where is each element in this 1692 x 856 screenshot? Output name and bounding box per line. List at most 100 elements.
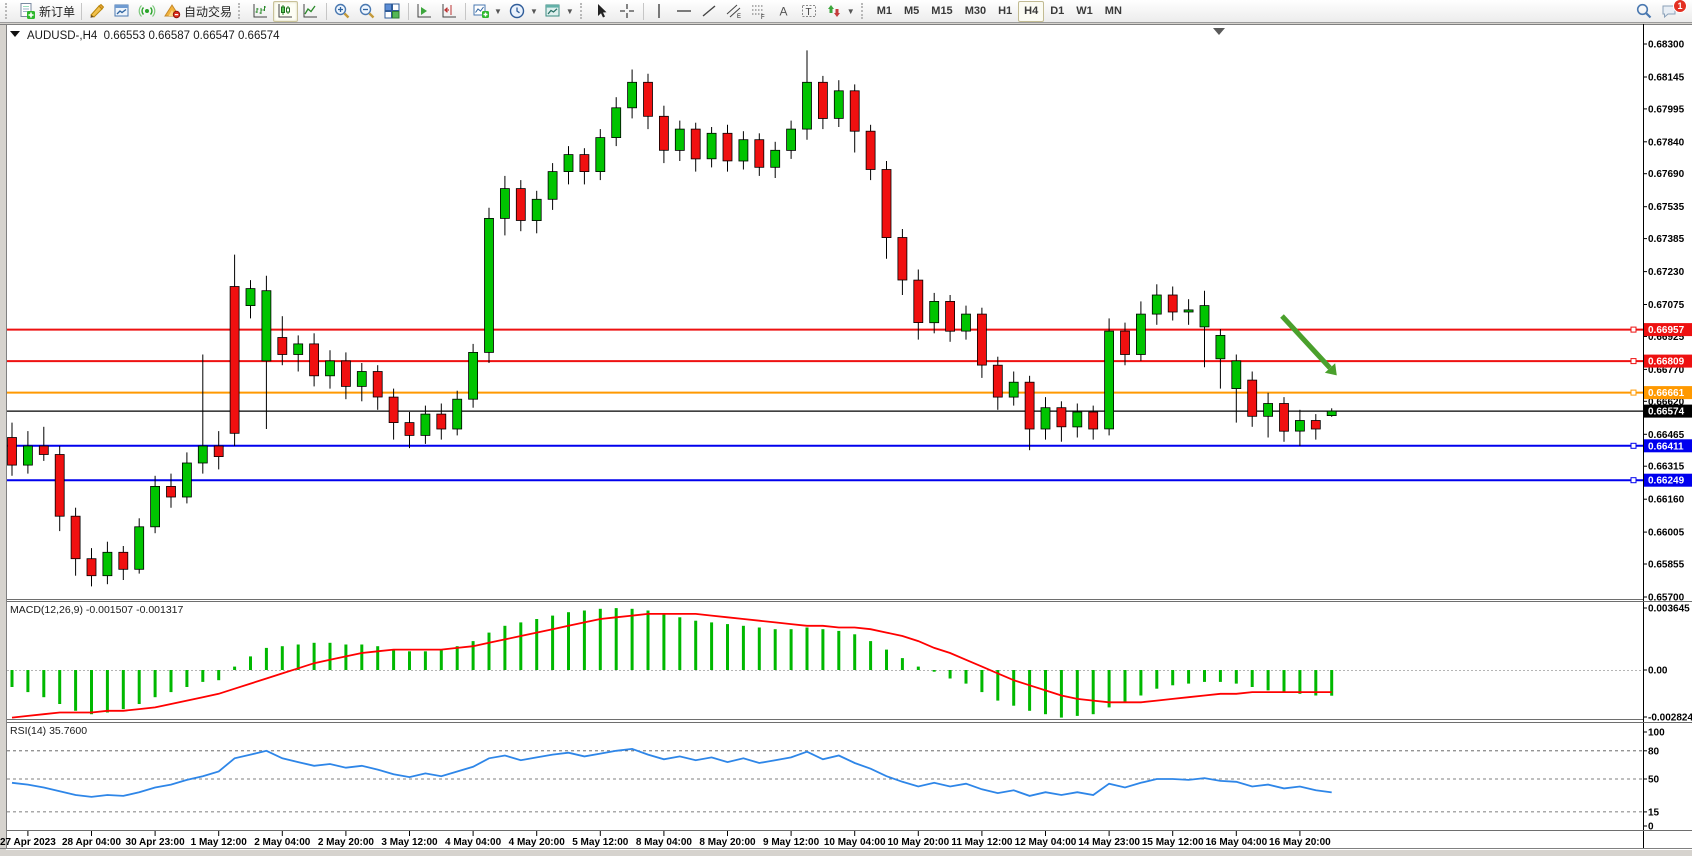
time-axis-label: 30 Apr 23:00 xyxy=(126,837,186,848)
candle-body xyxy=(675,129,684,150)
periods-button[interactable]: ▼ xyxy=(505,1,541,22)
toolbar-grip[interactable] xyxy=(5,3,12,19)
autotrade-icon xyxy=(163,2,181,20)
chart-title-overlay: AUDUSD-,H4 0.66553 0.66587 0.66547 0.665… xyxy=(10,30,280,42)
chart-shift-button[interactable] xyxy=(437,1,462,22)
timeframe-button-D1[interactable]: D1 xyxy=(1044,1,1070,22)
fibonacci-button[interactable]: F xyxy=(747,1,772,22)
templates-button[interactable]: ▼ xyxy=(541,1,577,22)
templates-dropdown-arrow: ▼ xyxy=(566,7,574,16)
macd-label: MACD(12,26,9) -0.001507 -0.001317 xyxy=(10,604,184,616)
new-order-button[interactable]: 新订单 xyxy=(15,1,78,22)
timeframe-button-M1[interactable]: M1 xyxy=(871,1,898,22)
indicators-dropdown-arrow: ▼ xyxy=(494,7,502,16)
market-watch-button[interactable] xyxy=(110,1,135,22)
horizontal-line-button[interactable] xyxy=(672,1,697,22)
vertical-line-button[interactable] xyxy=(647,1,672,22)
auto-scroll-button[interactable] xyxy=(412,1,437,22)
time-axis-label: 16 May 04:00 xyxy=(1205,837,1267,848)
hline-handle[interactable] xyxy=(1631,390,1636,395)
candlestick-icon xyxy=(276,2,294,20)
arrows-button[interactable]: ▼ xyxy=(822,1,858,22)
time-axis-label: 2 May 04:00 xyxy=(254,837,311,848)
candle-body xyxy=(23,446,32,465)
line-chart-button[interactable] xyxy=(298,1,323,22)
candle-body xyxy=(87,559,96,576)
candle-body xyxy=(596,138,605,172)
time-axis-label: 15 May 12:00 xyxy=(1142,837,1204,848)
price-tick-label: 0.66005 xyxy=(1648,528,1685,539)
timeframe-button-W1[interactable]: W1 xyxy=(1070,1,1099,22)
time-axis-label: 4 May 20:00 xyxy=(509,837,566,848)
indicators-button[interactable]: ▼ xyxy=(469,1,505,22)
candle-body xyxy=(405,423,414,436)
styler-button[interactable] xyxy=(85,1,110,22)
crosshair-button[interactable] xyxy=(615,1,640,22)
candle-body xyxy=(644,82,653,116)
auto-trade-button[interactable]: 自动交易 xyxy=(160,1,235,22)
timeframe-button-MN[interactable]: MN xyxy=(1099,1,1128,22)
search-icon xyxy=(1635,2,1653,20)
fibonacci-icon: F xyxy=(750,2,768,20)
candle-body xyxy=(787,129,796,150)
text-label-button[interactable]: T xyxy=(797,1,822,22)
candle-body xyxy=(151,486,160,526)
candle-body xyxy=(1089,412,1098,429)
candle-body xyxy=(119,552,128,569)
candle-body xyxy=(294,344,303,355)
zoom-out-button[interactable] xyxy=(355,1,380,22)
candle-body xyxy=(898,238,907,281)
zoom-in-button[interactable] xyxy=(330,1,355,22)
time-axis-label: 8 May 20:00 xyxy=(699,837,756,848)
time-axis-label: 5 May 12:00 xyxy=(572,837,629,848)
chart-title: AUDUSD-,H4 0.66553 0.66587 0.66547 0.665… xyxy=(27,30,280,42)
candle-body xyxy=(8,438,17,466)
candle-body xyxy=(659,116,668,150)
cursor-button[interactable] xyxy=(590,1,615,22)
candle-body xyxy=(500,189,509,219)
timeframe-button-M15[interactable]: M15 xyxy=(925,1,958,22)
timeframe-button-M30[interactable]: M30 xyxy=(959,1,992,22)
candle-body xyxy=(914,280,923,323)
candle-body xyxy=(532,199,541,220)
candle-body xyxy=(214,446,223,457)
text-button[interactable]: A xyxy=(772,1,797,22)
search-button[interactable] xyxy=(1632,1,1657,22)
arrows-dropdown-arrow: ▼ xyxy=(847,7,855,16)
candle-body xyxy=(1216,335,1225,358)
price-tick-label: 0.67075 xyxy=(1648,300,1685,311)
candle-body xyxy=(723,133,732,161)
bar-chart-button[interactable] xyxy=(248,1,273,22)
candle-body xyxy=(373,372,382,398)
candle-body xyxy=(1264,404,1273,417)
candle-body xyxy=(230,287,239,434)
candle-body xyxy=(1121,331,1130,354)
hline-handle[interactable] xyxy=(1631,478,1636,483)
candlestick-chart-button[interactable] xyxy=(273,1,298,22)
hline-handle[interactable] xyxy=(1631,359,1636,364)
time-axis-label: 28 Apr 04:00 xyxy=(62,837,122,848)
svg-text:E: E xyxy=(737,14,741,20)
candle-body xyxy=(930,301,939,322)
timeframe-button-M5[interactable]: M5 xyxy=(898,1,925,22)
trendline-button[interactable] xyxy=(697,1,722,22)
candle-body xyxy=(1025,382,1034,429)
candle-body xyxy=(1136,314,1145,354)
candle-body xyxy=(946,301,955,331)
signals-button[interactable] xyxy=(135,1,160,22)
candle-body xyxy=(516,189,525,221)
cursor-icon xyxy=(593,2,611,20)
candle-body xyxy=(198,446,207,463)
candle-body xyxy=(1073,412,1082,427)
indicators-icon xyxy=(472,2,490,20)
candle-body xyxy=(71,516,80,559)
candle-body xyxy=(1152,295,1161,314)
timeframe-button-H4[interactable]: H4 xyxy=(1018,1,1044,22)
chat-button[interactable]: 1 xyxy=(1657,1,1682,22)
hline-handle[interactable] xyxy=(1631,443,1636,448)
equidistant-channel-button[interactable]: E xyxy=(722,1,747,22)
candle-body xyxy=(1168,295,1177,312)
timeframe-button-H1[interactable]: H1 xyxy=(992,1,1018,22)
hline-handle[interactable] xyxy=(1631,327,1636,332)
tile-windows-button[interactable] xyxy=(380,1,405,22)
